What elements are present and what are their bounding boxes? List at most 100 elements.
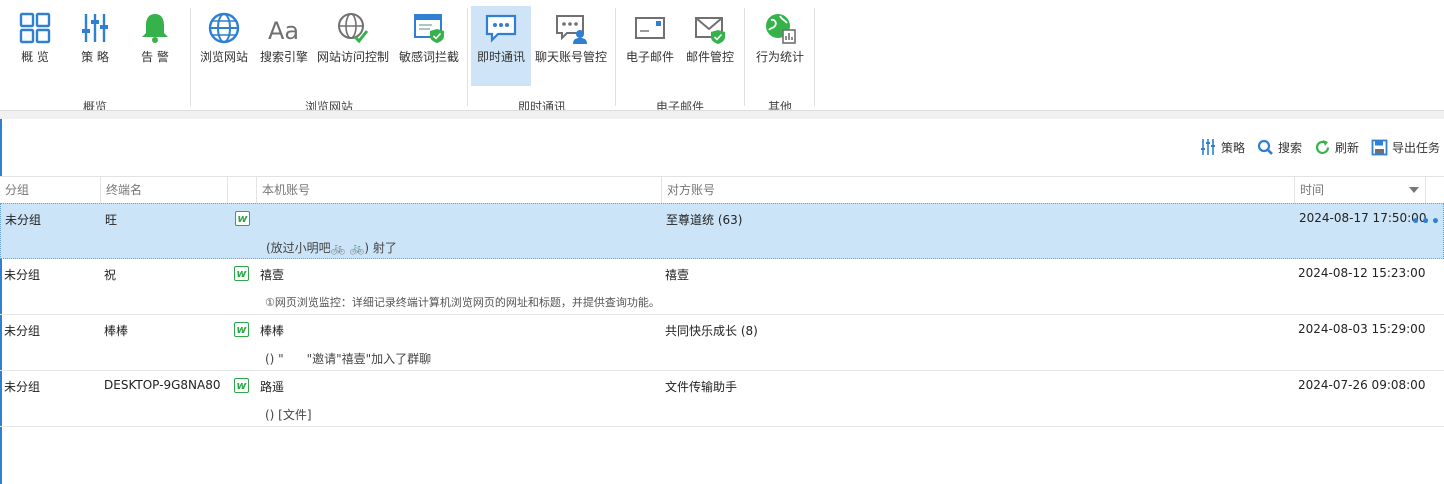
cell-peer-account: 禧壹 <box>665 268 690 282</box>
search-tool-label: 搜索 <box>1277 140 1302 155</box>
email-button-label: 电子邮件 <box>625 50 674 64</box>
cell-terminal: 祝 <box>104 268 117 282</box>
browse-website-button[interactable]: 浏览网站 <box>196 6 252 86</box>
sliders-icon <box>82 14 108 42</box>
ribbon-divider <box>615 8 616 106</box>
cell-peer-account: 至尊道统 (63) <box>666 213 743 227</box>
alarm-button[interactable]: 告 警 <box>130 6 180 86</box>
ribbon-group-email: 电子邮件 邮件管控 电子邮件 <box>617 6 743 114</box>
ribbon-divider <box>190 8 191 106</box>
ribbon-group-other: 行为统计 其他 <box>746 6 814 114</box>
column-header-extra <box>1425 177 1444 203</box>
email-control-button-label: 邮件管控 <box>685 50 734 64</box>
ribbon-group-overview: 概 览 策 略 告 警 概览 <box>0 6 190 114</box>
cell-message: ①网页浏览监控：详细记录终端计算机浏览网页的网址和标题，并提供查询功能。 <box>265 296 660 309</box>
chat-user-icon <box>556 15 587 44</box>
strategy-tool-button[interactable]: 策略 <box>1199 138 1245 156</box>
wechat-icon: w <box>234 378 249 393</box>
refresh-icon <box>1315 139 1330 154</box>
cell-terminal: 棒棒 <box>104 324 129 338</box>
ribbon-bottom-bar <box>0 110 1444 119</box>
column-header-time[interactable]: 时间 <box>1294 177 1425 203</box>
instant-messaging-button-label: 即时通讯 <box>476 50 525 64</box>
chat-account-control-button[interactable]: 聊天账号管控 <box>533 6 609 86</box>
table-row[interactable]: 未分组 旺 w 至尊道统 (63) 2024-08-17 17:50:00 (放… <box>0 203 1444 259</box>
website-access-control-button[interactable]: 网站访问控制 <box>316 6 390 86</box>
bell-icon <box>142 14 168 43</box>
cell-local-account: 路遥 <box>260 380 285 394</box>
chat-account-control-button-label: 聊天账号管控 <box>534 50 607 64</box>
action-toolbar: 策略 搜索 刷新 导出任务 <box>1187 136 1440 158</box>
overview-button-label: 概 览 <box>21 50 49 64</box>
grid-icon <box>19 12 51 44</box>
cell-message: () [文件] <box>265 408 312 422</box>
email-button[interactable]: 电子邮件 <box>621 6 679 86</box>
svg-text:Aa: Aa <box>268 17 299 45</box>
instant-messaging-button[interactable]: 即时通讯 <box>471 6 531 86</box>
cell-group: 未分组 <box>4 380 41 394</box>
table-header: 分组 终端名 本机账号 对方账号 时间 <box>0 176 1444 204</box>
email-control-button[interactable]: 邮件管控 <box>681 6 739 86</box>
cell-peer-account: 文件传输助手 <box>665 380 738 394</box>
cell-message: () " "邀请"禧壹"加入了群聊 <box>265 352 432 366</box>
search-engine-button[interactable]: Aa 搜索引擎 <box>256 6 312 86</box>
strategy-tool-label: 策略 <box>1220 140 1245 155</box>
cell-terminal: 旺 <box>105 213 118 227</box>
cell-terminal: DESKTOP-9G8NA80 <box>104 378 221 392</box>
envelope-shield-icon <box>695 17 725 44</box>
cell-group: 未分组 <box>4 268 41 282</box>
envelope-icon <box>635 17 665 39</box>
cell-time: 2024-08-17 17:50:00 <box>1299 211 1427 225</box>
browse-website-button-label: 浏览网站 <box>199 50 248 64</box>
globe-stats-icon <box>766 14 796 44</box>
column-header-app[interactable] <box>227 177 256 203</box>
sort-desc-icon <box>1409 187 1419 193</box>
ribbon-divider <box>744 8 745 106</box>
save-export-icon <box>1371 139 1388 155</box>
cell-time: 2024-08-03 15:29:00 <box>1298 322 1426 336</box>
overview-button[interactable]: 概 览 <box>10 6 60 86</box>
globe-icon <box>208 12 240 44</box>
cell-peer-account: 共同快乐成长 (8) <box>665 324 758 338</box>
search-icon <box>1257 139 1273 155</box>
ribbon-divider <box>467 8 468 106</box>
wechat-icon: w <box>234 322 249 337</box>
cell-group: 未分组 <box>5 213 42 227</box>
column-header-terminal[interactable]: 终端名 <box>100 177 227 203</box>
browser-shield-icon <box>414 14 444 43</box>
behavior-stats-button-label: 行为统计 <box>755 50 804 64</box>
column-header-peer-account[interactable]: 对方账号 <box>661 177 1294 203</box>
wechat-icon: w <box>235 211 250 226</box>
ribbon-group-im: 即时通讯 聊天账号管控 即时通讯 <box>469 6 615 114</box>
globe-check-icon <box>338 13 369 44</box>
export-task-button[interactable]: 导出任务 <box>1371 139 1440 156</box>
table-row[interactable]: 未分组 祝 w 禧壹 禧壹 2024-08-12 15:23:00 ①网页浏览监… <box>0 259 1444 315</box>
cell-time: 2024-07-26 09:08:00 <box>1298 378 1426 392</box>
table-row[interactable]: 未分组 棒棒 w 棒棒 共同快乐成长 (8) 2024-08-03 15:29:… <box>0 315 1444 371</box>
strategy-button-label: 策 略 <box>81 50 109 64</box>
cell-local-account: 禧壹 <box>260 268 285 282</box>
cell-group: 未分组 <box>4 324 41 338</box>
column-header-local-account[interactable]: 本机账号 <box>256 177 661 203</box>
ribbon-divider <box>814 8 815 106</box>
sensitive-word-block-button[interactable]: 敏感词拦截 <box>396 6 462 86</box>
export-task-label: 导出任务 <box>1391 140 1440 155</box>
wechat-icon: w <box>234 266 249 281</box>
ribbon: 概 览 策 略 告 警 概览 浏览网站 Aa 搜索引擎 网站访问控制 敏感词拦截… <box>0 0 1444 114</box>
column-header-group[interactable]: 分组 <box>0 177 100 203</box>
behavior-stats-button[interactable]: 行为统计 <box>750 6 810 86</box>
column-header-time-label: 时间 <box>1300 183 1325 197</box>
cell-message: (放过小明吧🚲 🚲) 射了 <box>266 241 397 255</box>
sliders-icon <box>1200 139 1215 155</box>
website-access-control-button-label: 网站访问控制 <box>316 50 389 64</box>
font-aa-icon: Aa <box>268 17 299 45</box>
cell-time: 2024-08-12 15:23:00 <box>1298 266 1426 280</box>
chat-bubble-icon <box>485 14 517 43</box>
more-icon[interactable]: ••• <box>1411 214 1441 230</box>
refresh-tool-button[interactable]: 刷新 <box>1314 139 1359 156</box>
search-tool-button[interactable]: 搜索 <box>1257 139 1302 156</box>
table-row[interactable]: 未分组 DESKTOP-9G8NA80 w 路遥 文件传输助手 2024-07-… <box>0 371 1444 427</box>
search-engine-button-label: 搜索引擎 <box>259 50 308 64</box>
strategy-button[interactable]: 策 略 <box>70 6 120 86</box>
alarm-button-label: 告 警 <box>141 50 169 64</box>
